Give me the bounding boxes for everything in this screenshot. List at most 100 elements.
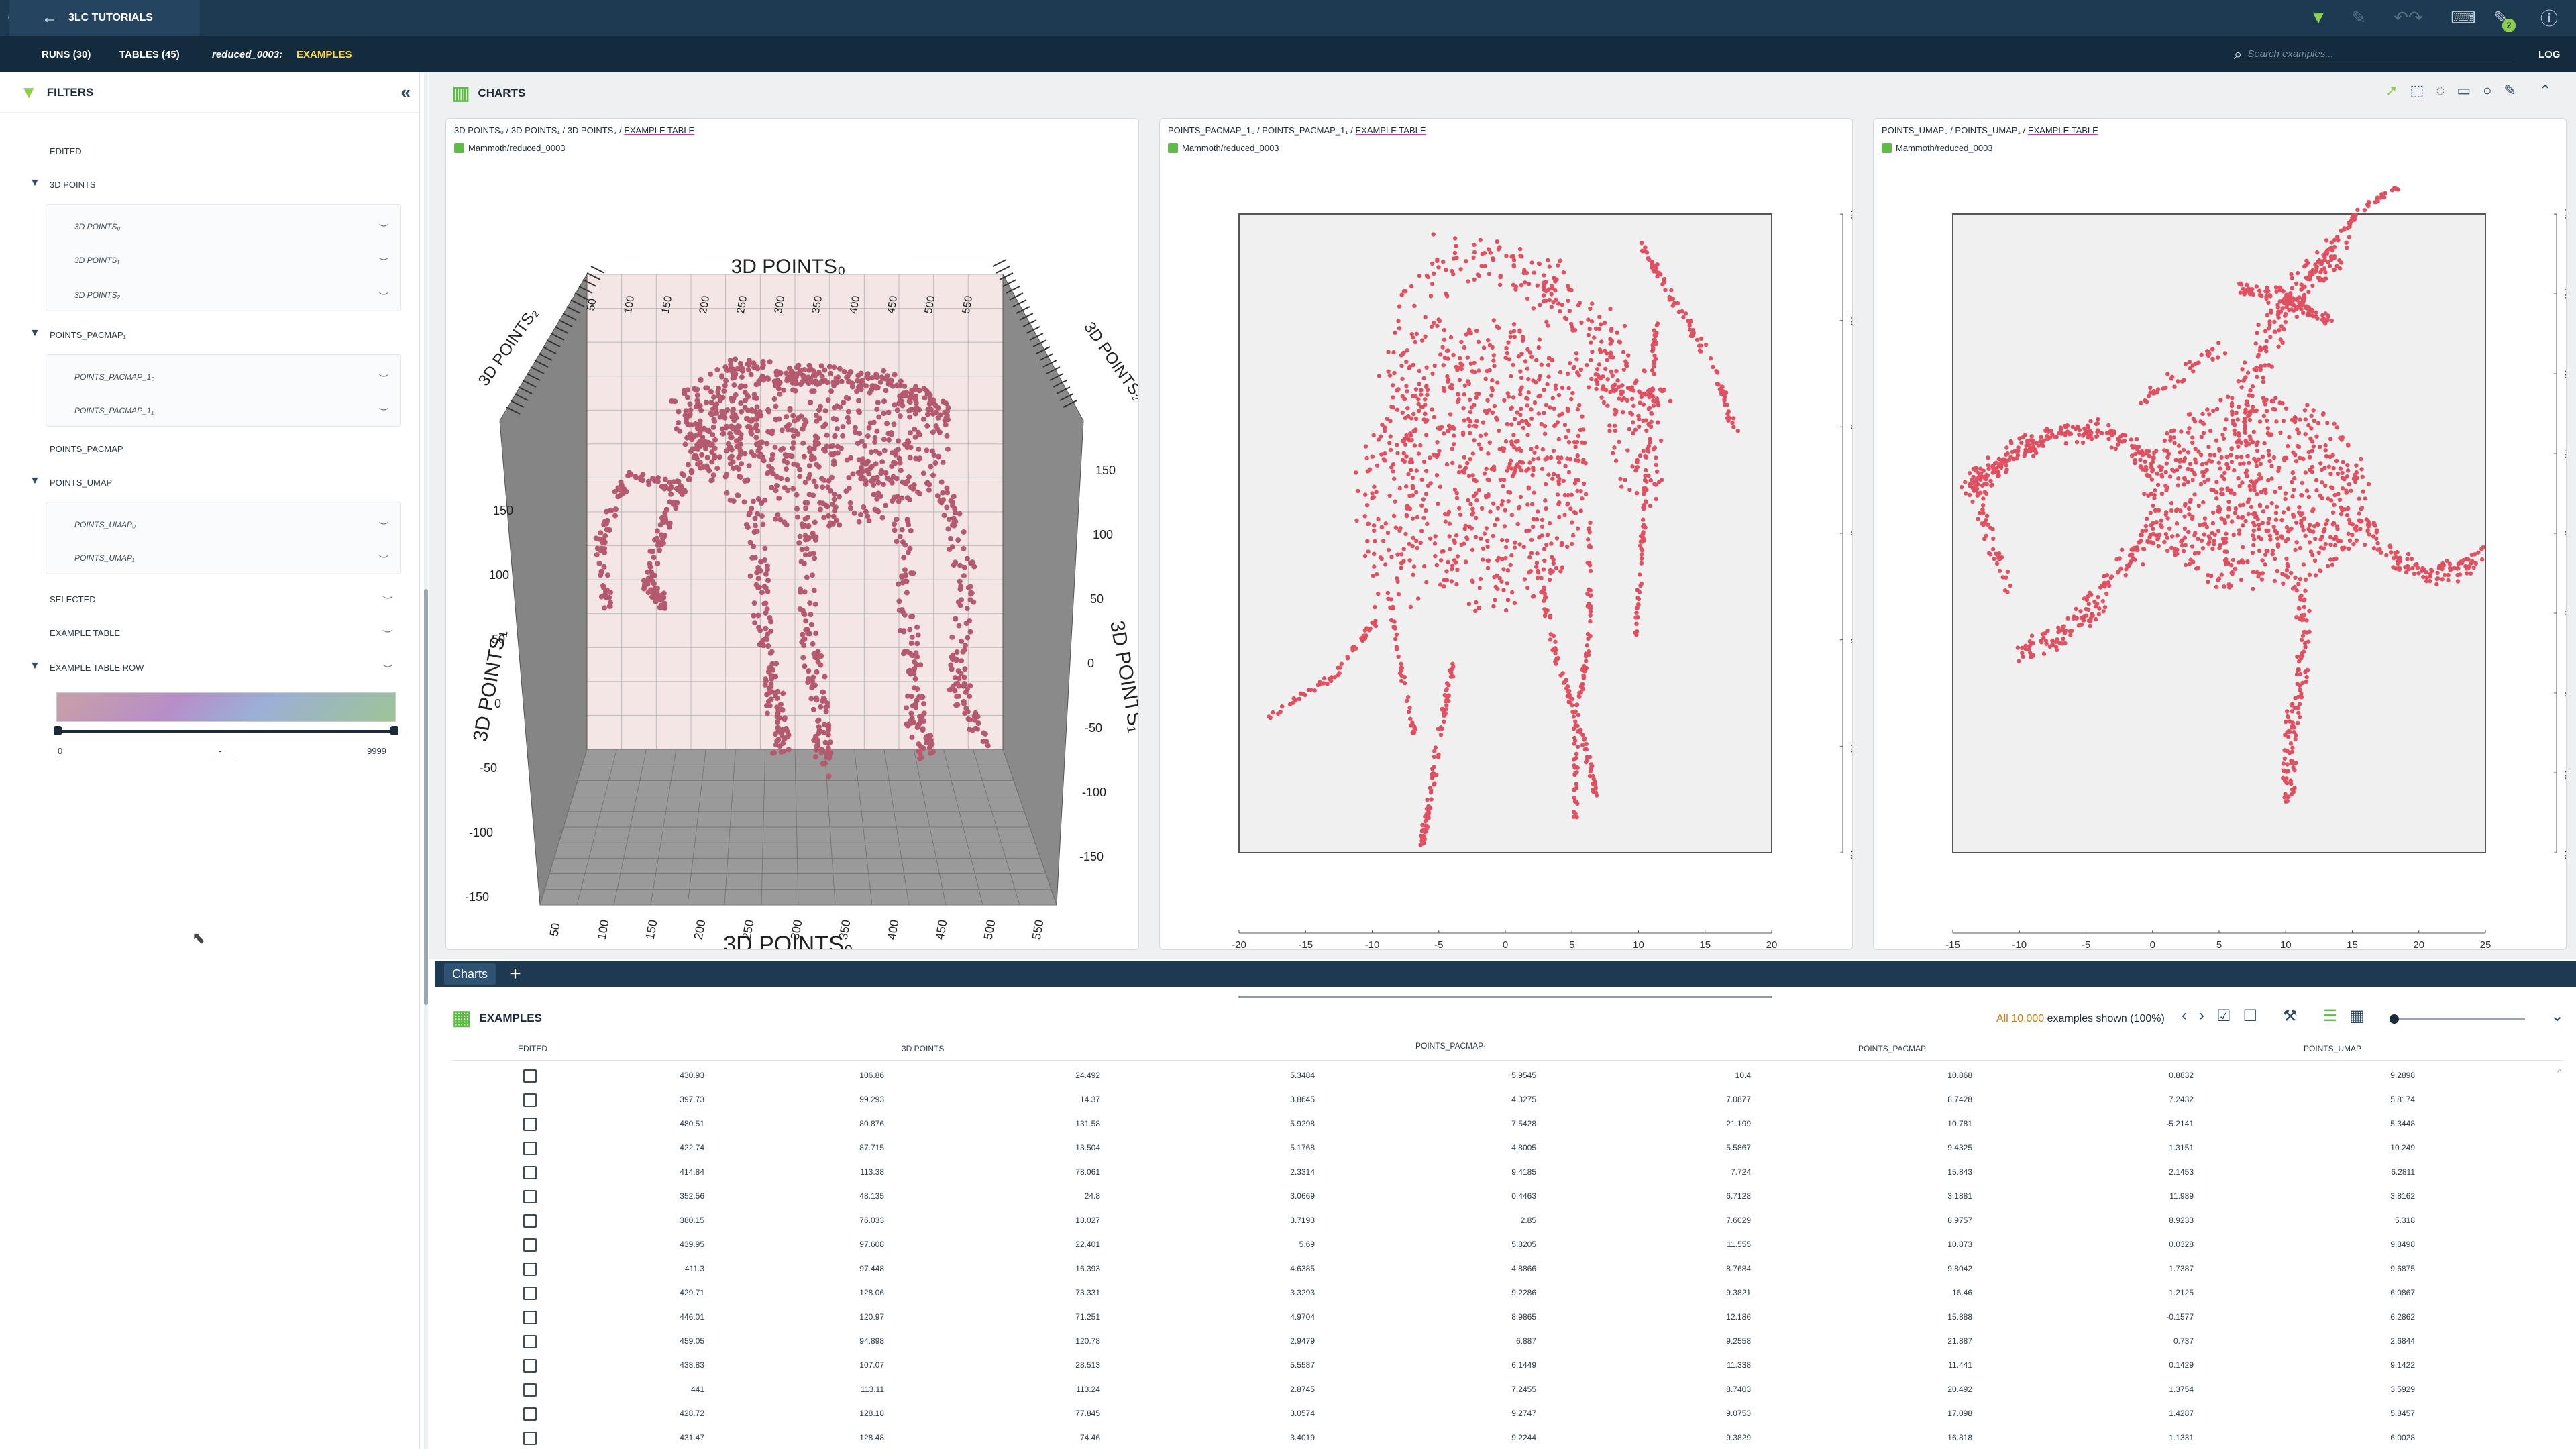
search-field[interactable]: ⌕ Search examples...: [2234, 44, 2516, 64]
expand-caret-icon[interactable]: ▼: [30, 327, 40, 339]
data-point: [1393, 637, 1398, 641]
data-point: [1593, 786, 1598, 790]
data-point: [1278, 710, 1283, 714]
filter-umap-0[interactable]: POINTS_UMAP₀: [74, 520, 136, 529]
data-point: [1658, 438, 1664, 443]
chevron-down-icon[interactable]: ︶: [379, 520, 388, 533]
data-point: [804, 500, 810, 506]
data-point: [1588, 306, 1593, 311]
project-back-button[interactable]: ← 3LC TUTORIALS: [9, 0, 200, 36]
data-point: [2264, 339, 2269, 343]
chevron-down-icon[interactable]: ︶: [379, 256, 388, 269]
chart-3d-plot[interactable]: 5050100100150150200200250250300300350350…: [446, 166, 1139, 950]
data-point: [1546, 362, 1551, 368]
data-point: [2332, 254, 2337, 259]
chevron-down-icon[interactable]: ︶: [383, 628, 392, 641]
edit-icon[interactable]: ✎: [2348, 7, 2369, 28]
chart-umap-plot[interactable]: -15-10-505101520252520151050-5-10-15: [1874, 119, 2567, 950]
chart-panel-pacmap[interactable]: POINTS_PACMAP_1₀ / POINTS_PACMAP_1₁ / EX…: [1159, 118, 1853, 950]
select-pointer-icon[interactable]: ➚: [2385, 82, 2398, 99]
data-point: [802, 663, 808, 669]
expand-caret-icon[interactable]: ▼: [30, 660, 40, 672]
range-slider-track[interactable]: [56, 730, 396, 733]
data-point: [1430, 775, 1435, 781]
chart-legend[interactable]: Mammoth/reduced_0003: [454, 143, 566, 153]
chevron-down-icon[interactable]: ︶: [379, 406, 388, 419]
chevron-down-icon[interactable]: ︶: [379, 553, 388, 567]
rect-select-icon[interactable]: ▭: [2457, 82, 2471, 99]
chevron-down-icon[interactable]: ︶: [383, 663, 392, 676]
data-point: [762, 557, 768, 563]
expand-caret-icon[interactable]: ▼: [30, 475, 40, 487]
chart-pacmap-plot[interactable]: -20-15-10-505101520151050-5-10-15: [1160, 119, 1853, 950]
brush-icon[interactable]: ✎: [2504, 82, 2516, 99]
chevron-down-icon[interactable]: ︶: [379, 372, 388, 386]
keyboard-icon[interactable]: ⌨: [2451, 7, 2476, 28]
data-point: [892, 527, 898, 533]
filter-edited[interactable]: EDITED: [50, 146, 82, 156]
expand-caret-icon[interactable]: ▼: [30, 177, 40, 189]
data-point: [2339, 511, 2344, 517]
data-point: [1428, 294, 1434, 299]
collapse-panel-icon[interactable]: «: [401, 82, 411, 103]
left-panel-scrollbar[interactable]: [424, 72, 428, 1449]
data-point: [2102, 574, 2106, 579]
data-point: [776, 495, 782, 501]
data-point: [1385, 530, 1391, 535]
filter-pacmap-1-0[interactable]: POINTS_PACMAP_1₀: [74, 372, 155, 382]
range-slider-min-handle[interactable]: [54, 726, 62, 735]
range-min-input[interactable]: 0: [58, 746, 212, 759]
filter-pacmap-1-1[interactable]: POINTS_PACMAP_1₁: [74, 406, 154, 415]
data-point: [2201, 474, 2206, 478]
filter-example-table[interactable]: EXAMPLE TABLE: [50, 628, 120, 638]
data-point: [2262, 441, 2267, 446]
tab-tables[interactable]: TABLES (45): [119, 36, 180, 72]
data-point: [738, 400, 744, 406]
filter-3d-points[interactable]: 3D POINTS: [50, 180, 96, 190]
scrollbar-thumb[interactable]: [424, 589, 428, 1005]
info-icon[interactable]: ⓘ: [2538, 7, 2560, 29]
data-point: [1423, 419, 1428, 424]
data-point: [1612, 445, 1617, 450]
filter-umap-1[interactable]: POINTS_UMAP₁: [74, 553, 135, 563]
data-point: [1373, 604, 1377, 610]
data-point: [1471, 255, 1476, 260]
filter-selected[interactable]: SELECTED: [50, 594, 96, 604]
filter-umap[interactable]: POINTS_UMAP: [50, 478, 112, 488]
filter-pacmap[interactable]: POINTS_PACMAP: [50, 444, 123, 454]
chevron-down-icon[interactable]: ︶: [383, 594, 392, 608]
undo-redo-icon[interactable]: ↶↷: [2388, 7, 2428, 28]
data-point: [1371, 523, 1377, 528]
filter-pacmap-1[interactable]: POINTS_PACMAP₁: [50, 330, 126, 340]
x-tick-label: -15: [1298, 939, 1313, 950]
data-point: [2303, 432, 2308, 437]
chart-panel-3d[interactable]: 3D POINTS₀ / 3D POINTS₁ / 3D POINTS₂ / E…: [445, 118, 1139, 950]
filter-3d-points-2[interactable]: 3D POINTS₂: [74, 290, 120, 300]
tab-examples[interactable]: EXAMPLES: [297, 36, 352, 72]
x-tick-label: 20: [1766, 939, 1778, 950]
lasso-select-icon[interactable]: ◌: [2436, 82, 2445, 99]
chart-panel-umap[interactable]: POINTS_UMAP₀ / POINTS_UMAP₁ / EXAMPLE TA…: [1873, 118, 2567, 950]
data-point: [1638, 453, 1643, 458]
filter-example-table-row[interactable]: EXAMPLE TABLE ROW: [50, 663, 144, 673]
tab-dataset[interactable]: reduced_0003:: [212, 36, 282, 72]
filter-3d-points-1[interactable]: 3D POINTS₁: [74, 256, 119, 265]
log-button[interactable]: LOG: [2538, 36, 2561, 72]
range-max-input[interactable]: 9999: [232, 746, 386, 759]
breadcrumb-table-link[interactable]: EXAMPLE TABLE: [624, 125, 694, 136]
collapse-up-icon[interactable]: ⌃: [2539, 82, 2551, 99]
filter-icon[interactable]: ▼: [2308, 7, 2329, 28]
data-point: [2216, 460, 2221, 465]
circle-select-icon[interactable]: ○: [2483, 82, 2491, 99]
data-point: [1635, 460, 1640, 465]
data-point: [775, 725, 782, 731]
filter-3d-points-0[interactable]: 3D POINTS₀: [74, 222, 120, 231]
data-point: [2143, 528, 2149, 533]
range-slider-max-handle[interactable]: [390, 726, 398, 735]
box-select-icon[interactable]: ⬚: [2410, 82, 2424, 99]
tab-runs[interactable]: RUNS (30): [42, 36, 91, 72]
data-point: [1589, 319, 1595, 324]
chevron-down-icon[interactable]: ︶: [379, 222, 388, 235]
chevron-down-icon[interactable]: ︶: [379, 290, 388, 304]
data-point: [1410, 516, 1415, 521]
